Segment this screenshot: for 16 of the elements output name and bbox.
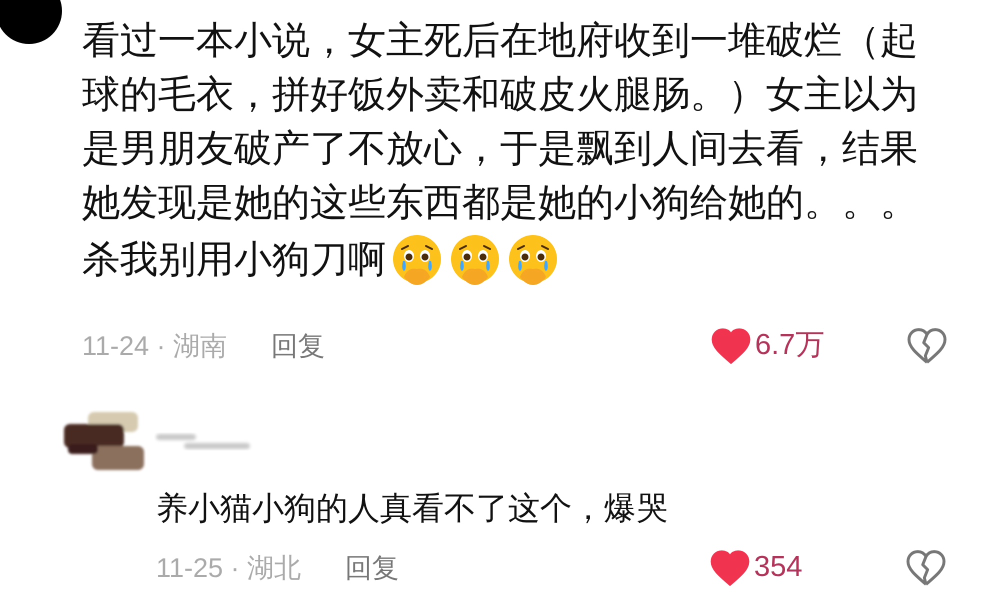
crying-face-icon bbox=[506, 233, 560, 287]
broken-heart-icon[interactable] bbox=[907, 328, 947, 364]
broken-heart-icon[interactable] bbox=[906, 550, 946, 586]
comment-meta: 11-24 · 湖南 bbox=[82, 330, 228, 363]
comment-text: 养小猫小狗的人真看不了这个，爆哭 bbox=[156, 489, 669, 528]
heart-icon[interactable] bbox=[710, 550, 750, 586]
like-count: 354 bbox=[754, 550, 804, 586]
crying-face-icon bbox=[448, 233, 502, 287]
reply-link[interactable]: 回复 bbox=[345, 548, 400, 588]
comment-text: 看过一本小说，女主死后在地府收到一堆破烂（起球的毛衣，拼好饭外卖和破皮火腿肠。）女主以为是男朋友破产了不放心，于是飘到人间去看，结果她发现是她的这些东西都是她的小狗给她的。。。 bbox=[82, 19, 919, 226]
heart-icon[interactable] bbox=[711, 328, 751, 364]
comment-text: 杀我别用小狗刀啊 bbox=[82, 238, 386, 283]
comment-meta: 11-25 · 湖北 bbox=[156, 552, 302, 585]
crying-face-icon bbox=[390, 233, 444, 287]
like-count: 6.7万 bbox=[755, 328, 826, 364]
reply-link[interactable]: 回复 bbox=[271, 326, 326, 366]
